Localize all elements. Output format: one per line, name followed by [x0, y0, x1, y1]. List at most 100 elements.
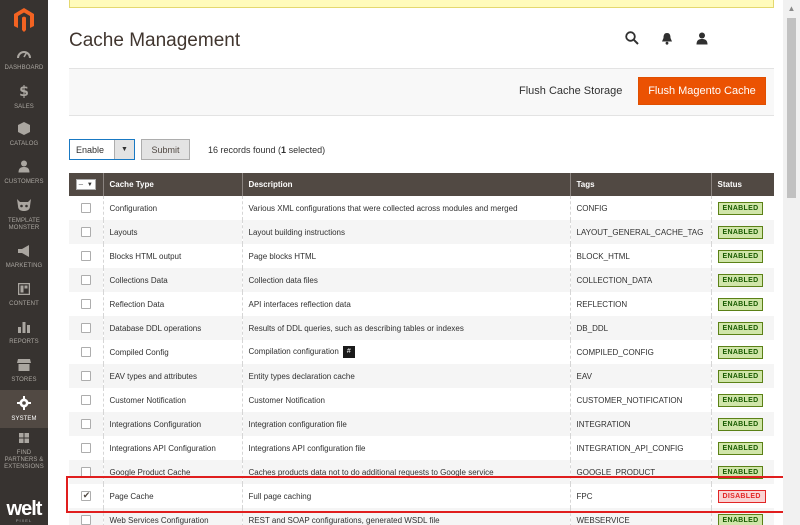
cache-type-text: EAV types and attributes	[109, 371, 197, 381]
description-cell: REST and SOAP configurations, generated …	[241, 508, 570, 525]
search-icon[interactable]	[623, 29, 641, 47]
description-text: Results of DDL queries, such as describi…	[248, 323, 464, 333]
cache-type-cell: Database DDL operations	[102, 316, 242, 340]
tags-cell: GOOGLE_PRODUCT	[569, 460, 711, 484]
row-checkbox[interactable]	[80, 467, 91, 477]
description-cell: API interfaces reflection data	[241, 292, 570, 316]
magento-logo[interactable]	[0, 0, 48, 40]
row-select-cell[interactable]	[69, 484, 103, 508]
sidebar-item-stores[interactable]: STORES	[0, 352, 48, 390]
row-select-cell[interactable]	[69, 196, 103, 220]
table-row[interactable]: Customer Notification Customer Notificati…	[69, 388, 774, 412]
column-header-tags: Tags	[569, 173, 711, 196]
row-select-cell[interactable]	[69, 340, 103, 364]
row-checkbox[interactable]	[80, 395, 91, 405]
user-account-icon[interactable]	[693, 29, 711, 47]
table-row[interactable]: Page Cache Full page caching FPC DISABLED	[69, 484, 774, 508]
status-cell: ENABLED	[710, 388, 774, 412]
scrollbar-thumb[interactable]	[787, 18, 796, 198]
bell-icon[interactable]	[658, 29, 676, 47]
row-select-cell[interactable]	[69, 220, 103, 244]
description-cell: Integration configuration file	[241, 412, 570, 436]
table-row[interactable]: Configuration Various XML configurations …	[69, 196, 774, 220]
flush-cache-storage-button[interactable]: Flush Cache Storage	[519, 85, 622, 97]
tags-cell: COMPILED_CONFIG	[569, 340, 711, 364]
row-checkbox[interactable]	[80, 203, 91, 213]
sidebar-item-marketing[interactable]: MARKETING	[0, 238, 48, 276]
status-cell: ENABLED	[710, 436, 774, 460]
sidebar-item-reports[interactable]: REPORTS	[0, 314, 48, 352]
description-cell: Full page caching	[241, 484, 570, 508]
row-select-cell[interactable]	[69, 316, 103, 340]
submit-button[interactable]: Submit	[141, 139, 190, 160]
sidebar-item-system[interactable]: SYSTEM	[0, 390, 48, 428]
row-checkbox[interactable]	[80, 419, 91, 429]
sidebar-item-catalog[interactable]: CATALOG	[0, 116, 48, 154]
sidebar-item-dashboard[interactable]: DASHBOARD	[0, 40, 48, 78]
table-row[interactable]: Web Services Configuration REST and SOAP …	[69, 508, 774, 525]
table-row[interactable]: Layouts Layout building instructions LAYOU…	[69, 220, 774, 244]
sidebar-item-content[interactable]: CONTENT	[0, 276, 48, 314]
row-checkbox[interactable]	[80, 275, 91, 285]
row-select-cell[interactable]	[69, 508, 103, 525]
description-text: Layout building instructions	[248, 227, 346, 237]
tags-cell: EAV	[569, 364, 711, 388]
row-checkbox[interactable]	[80, 347, 91, 357]
sidebar-item-label: CONTENT	[9, 300, 39, 307]
status-cell: ENABLED	[710, 268, 774, 292]
page-scrollbar[interactable]: ▲	[783, 0, 800, 525]
table-row[interactable]: Google Product Cache Caches products data…	[69, 460, 774, 484]
mass-action-select[interactable]: Enable ▼	[69, 139, 135, 160]
tags-text: EAV	[576, 371, 592, 381]
row-checkbox[interactable]	[80, 371, 91, 381]
flush-magento-cache-button[interactable]: Flush Magento Cache	[638, 77, 766, 105]
table-row[interactable]: Blocks HTML output Page blocks HTML BLOCK_…	[69, 244, 774, 268]
row-checkbox[interactable]	[80, 443, 91, 453]
table-row[interactable]: EAV types and attributes Entity types dec…	[69, 364, 774, 388]
row-select-cell[interactable]	[69, 436, 103, 460]
row-select-cell[interactable]	[69, 460, 103, 484]
cache-type-cell: Web Services Configuration	[102, 508, 242, 525]
mass-select-header[interactable]: ─ ▼	[69, 173, 103, 196]
sidebar-item-label: SALES	[14, 103, 34, 110]
row-checkbox[interactable]	[80, 251, 91, 261]
cache-type-cell: Layouts	[102, 220, 242, 244]
box-icon	[18, 122, 30, 138]
hash-tooltip-icon[interactable]: #	[342, 346, 355, 358]
row-checkbox[interactable]	[80, 515, 91, 525]
row-select-cell[interactable]	[69, 364, 103, 388]
row-select-cell[interactable]	[69, 244, 103, 268]
table-row[interactable]: Database DDL operations Results of DDL qu…	[69, 316, 774, 340]
row-select-cell[interactable]	[69, 388, 103, 412]
table-row[interactable]: Reflection Data API interfaces reflection…	[69, 292, 774, 316]
chevron-down-icon[interactable]: ▼	[114, 140, 134, 159]
magento-logo-icon	[14, 8, 34, 32]
description-cell: Integrations API configuration file	[241, 436, 570, 460]
sidebar-item-label: MARKETING	[5, 262, 43, 269]
scroll-up-arrow-icon[interactable]: ▲	[783, 0, 800, 16]
table-row[interactable]: Integrations API Configuration Integratio…	[69, 436, 774, 460]
sidebar-item-find-partners-extensions[interactable]: FIND PARTNERS & EXTENSIONS	[0, 428, 48, 474]
row-checkbox[interactable]	[80, 299, 91, 309]
status-cell: ENABLED	[710, 244, 774, 268]
sidebar-item-sales[interactable]: $ SALES	[0, 78, 48, 116]
row-select-cell[interactable]	[69, 268, 103, 292]
sidebar-item-customers[interactable]: CUSTOMERS	[0, 154, 48, 192]
row-checkbox[interactable]	[80, 490, 91, 501]
table-row[interactable]: Compiled Config Compilation configuration…	[69, 340, 774, 364]
row-select-cell[interactable]	[69, 292, 103, 316]
description-text: API interfaces reflection data	[248, 299, 351, 309]
description-cell: Compilation configuration #	[241, 340, 570, 364]
table-row[interactable]: Integrations Configuration Integration co…	[69, 412, 774, 436]
description-text: Collection data files	[248, 275, 318, 285]
description-text: Customer Notification	[248, 395, 325, 405]
mass-select-checkbox[interactable]: ─ ▼	[75, 179, 96, 190]
tags-cell: CUSTOMER_NOTIFICATION	[569, 388, 711, 412]
status-badge: ENABLED	[717, 417, 764, 431]
row-checkbox[interactable]	[80, 323, 91, 333]
row-select-cell[interactable]	[69, 412, 103, 436]
row-checkbox[interactable]	[80, 227, 91, 237]
admin-sidebar: DASHBOARD $ SALES CATALOG CUSTOMERS TEMPLATE …	[0, 0, 48, 525]
sidebar-item-template-monster[interactable]: TEMPLATE MONSTER	[0, 192, 48, 238]
table-row[interactable]: Collections Data Collection data files COL…	[69, 268, 774, 292]
